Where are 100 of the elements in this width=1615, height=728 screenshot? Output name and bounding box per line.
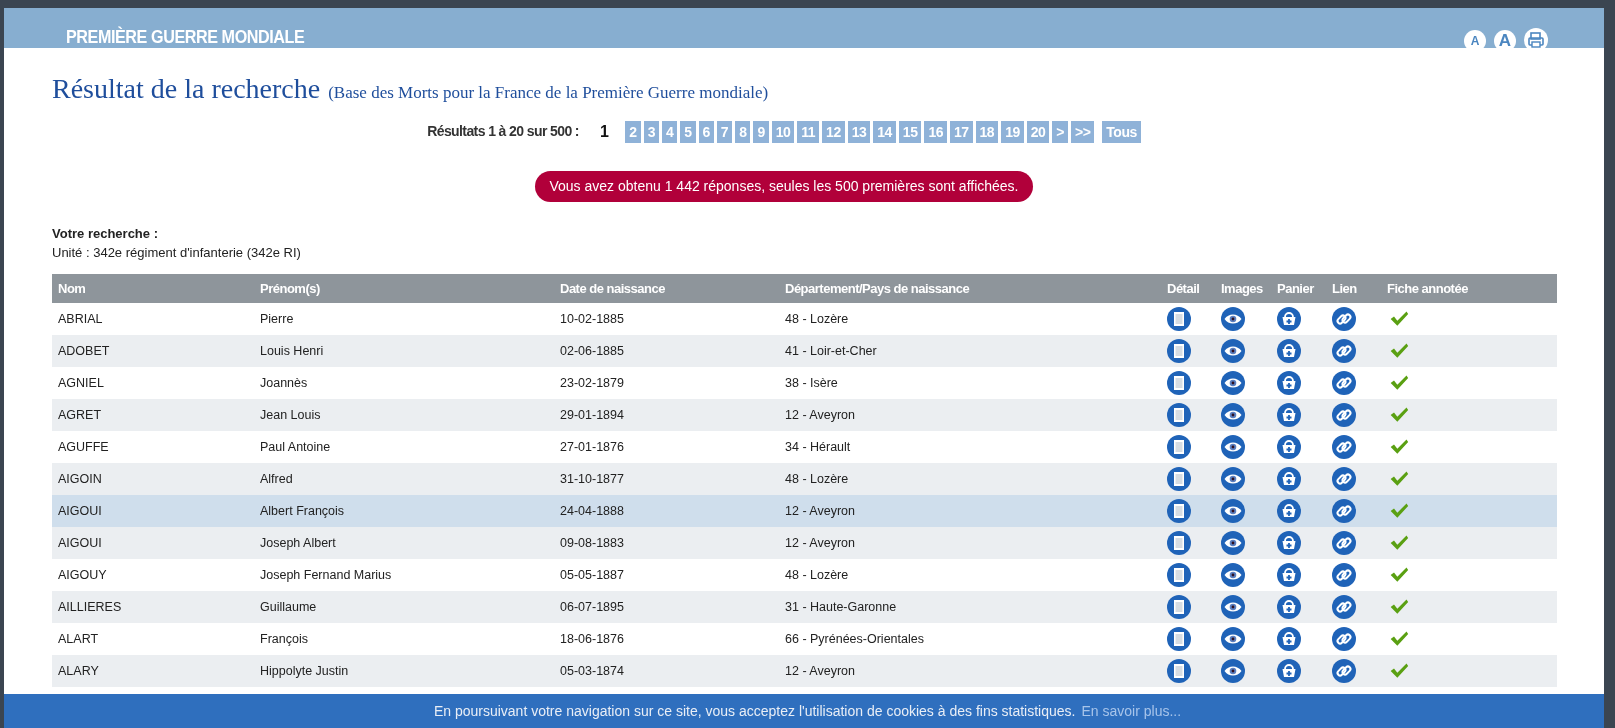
result-row[interactable]: AGRET Jean Louis 29-01-1894 12 - Aveyron	[52, 399, 1557, 432]
eye-icon[interactable]	[1221, 499, 1245, 524]
link-icon[interactable]	[1332, 595, 1356, 620]
basket-icon[interactable]	[1277, 371, 1301, 396]
link-icon[interactable]	[1332, 403, 1356, 428]
page-link[interactable]: Tous	[1102, 120, 1141, 143]
detail-icon[interactable]	[1167, 403, 1191, 428]
column-header: Panier	[1271, 273, 1326, 304]
page-link[interactable]: 8	[735, 120, 751, 143]
basket-icon[interactable]	[1277, 339, 1301, 364]
eye-icon[interactable]	[1221, 659, 1245, 684]
result-row[interactable]: AIGOIN Alfred 31-10-1877 48 - Lozère	[52, 463, 1557, 496]
eye-icon[interactable]	[1221, 307, 1245, 332]
link-icon[interactable]	[1332, 435, 1356, 460]
result-row[interactable]: ADOBET Louis Henri 02-06-1885 41 - Loir-et-Cher	[52, 335, 1557, 368]
page-link[interactable]: 17	[950, 120, 973, 143]
link-icon[interactable]	[1332, 659, 1356, 684]
table-cell: 05-03-1874	[554, 655, 779, 688]
page-link[interactable]: 11	[797, 120, 820, 143]
detail-icon[interactable]	[1167, 563, 1191, 588]
table-cell: AIGOUY	[52, 559, 254, 592]
detail-icon[interactable]	[1167, 499, 1191, 524]
result-row[interactable]: AIGOUI Joseph Albert 09-08-1883 12 - Aveyron	[52, 527, 1557, 560]
table-cell: 23-02-1879	[554, 367, 779, 400]
detail-icon[interactable]	[1167, 435, 1191, 460]
column-header: Date de naissance	[554, 273, 779, 304]
current-page[interactable]: 1	[595, 120, 613, 143]
basket-icon[interactable]	[1277, 595, 1301, 620]
page-link[interactable]: 13	[847, 120, 871, 143]
link-icon[interactable]	[1332, 371, 1356, 396]
page-link[interactable]: 6	[698, 120, 714, 143]
detail-icon[interactable]	[1167, 659, 1191, 684]
page-link[interactable]: >>	[1071, 120, 1095, 143]
table-cell: 09-08-1883	[554, 527, 779, 560]
result-row[interactable]: AIGOUY Joseph Fernand Marius 05-05-1887 48 - Lozère	[52, 559, 1557, 592]
eye-icon[interactable]	[1221, 403, 1245, 428]
detail-icon[interactable]	[1167, 531, 1191, 556]
eye-icon[interactable]	[1221, 531, 1245, 556]
eye-icon[interactable]	[1221, 339, 1245, 364]
link-icon[interactable]	[1332, 563, 1356, 588]
page-link[interactable]: 19	[1001, 120, 1024, 143]
basket-icon[interactable]	[1277, 307, 1301, 332]
link-icon[interactable]	[1332, 307, 1356, 332]
table-cell: Albert François	[254, 495, 554, 528]
page-link[interactable]: 15	[898, 120, 922, 143]
detail-icon[interactable]	[1167, 307, 1191, 332]
eye-icon[interactable]	[1221, 435, 1245, 460]
detail-icon[interactable]	[1167, 371, 1191, 396]
link-icon[interactable]	[1332, 467, 1356, 492]
result-row[interactable]: AGNIEL Joannès 23-02-1879 38 - Isère	[52, 367, 1557, 400]
eye-icon[interactable]	[1221, 627, 1245, 652]
basket-icon[interactable]	[1277, 531, 1301, 556]
result-row[interactable]: ALARY Hippolyte Justin 05-03-1874 12 - Aveyron	[52, 655, 1557, 688]
detail-icon[interactable]	[1167, 339, 1191, 364]
result-row[interactable]: AILLIERES Guillaume 06-07-1895 31 - Haute-Garonne	[52, 591, 1557, 624]
page-link[interactable]: 20	[1026, 120, 1050, 143]
table-cell: Alfred	[254, 463, 554, 496]
page-link[interactable]: 18	[975, 120, 999, 143]
eye-icon[interactable]	[1221, 595, 1245, 620]
page-link[interactable]: 3	[643, 120, 659, 143]
basket-icon[interactable]	[1277, 435, 1301, 460]
learn-more-link[interactable]: En savoir plus...	[1081, 700, 1182, 722]
table-cell: 31-10-1877	[554, 463, 779, 496]
basket-icon[interactable]	[1277, 499, 1301, 524]
table-cell: 34 - Hérault	[779, 431, 1161, 464]
page-link[interactable]: 14	[873, 120, 896, 143]
page-link[interactable]: 16	[924, 120, 947, 143]
table-cell: 02-06-1885	[554, 335, 779, 368]
basket-icon[interactable]	[1277, 659, 1301, 684]
page-link[interactable]: 12	[822, 120, 845, 143]
basket-icon[interactable]	[1277, 467, 1301, 492]
result-row[interactable]: AGUFFE Paul Antoine 27-01-1876 34 - Hérault	[52, 431, 1557, 464]
result-row[interactable]: AIGOUI Albert François 24-04-1888 12 - Aveyron	[52, 495, 1557, 528]
table-cell: AGUFFE	[52, 431, 254, 464]
link-icon[interactable]	[1332, 499, 1356, 524]
basket-icon[interactable]	[1277, 627, 1301, 652]
page-link[interactable]: 7	[716, 120, 733, 143]
detail-icon[interactable]	[1167, 595, 1191, 620]
table-cell: 66 - Pyrénées-Orientales	[779, 623, 1161, 656]
eye-icon[interactable]	[1221, 467, 1245, 492]
page-link[interactable]: 4	[661, 120, 678, 143]
link-icon[interactable]	[1332, 339, 1356, 364]
result-row[interactable]: ABRIAL Pierre 10-02-1885 48 - Lozère	[52, 303, 1557, 336]
page-link[interactable]: >	[1052, 120, 1068, 143]
eye-icon[interactable]	[1221, 371, 1245, 396]
page-link[interactable]: 5	[680, 120, 696, 143]
table-cell: AIGOIN	[52, 463, 254, 496]
page-subtitle: (Base des Morts pour la France de la Première Guerre mondiale)	[328, 82, 769, 104]
table-cell: 29-01-1894	[554, 399, 779, 432]
link-icon[interactable]	[1332, 627, 1356, 652]
page-link[interactable]: 9	[753, 120, 769, 143]
basket-icon[interactable]	[1277, 403, 1301, 428]
result-row[interactable]: ALART François 18-06-1876 66 - Pyrénées-Orientales	[52, 623, 1557, 656]
page-link[interactable]: 2	[625, 120, 641, 143]
eye-icon[interactable]	[1221, 563, 1245, 588]
link-icon[interactable]	[1332, 531, 1356, 556]
detail-icon[interactable]	[1167, 627, 1191, 652]
page-link[interactable]: 10	[771, 120, 795, 143]
detail-icon[interactable]	[1167, 467, 1191, 492]
basket-icon[interactable]	[1277, 563, 1301, 588]
